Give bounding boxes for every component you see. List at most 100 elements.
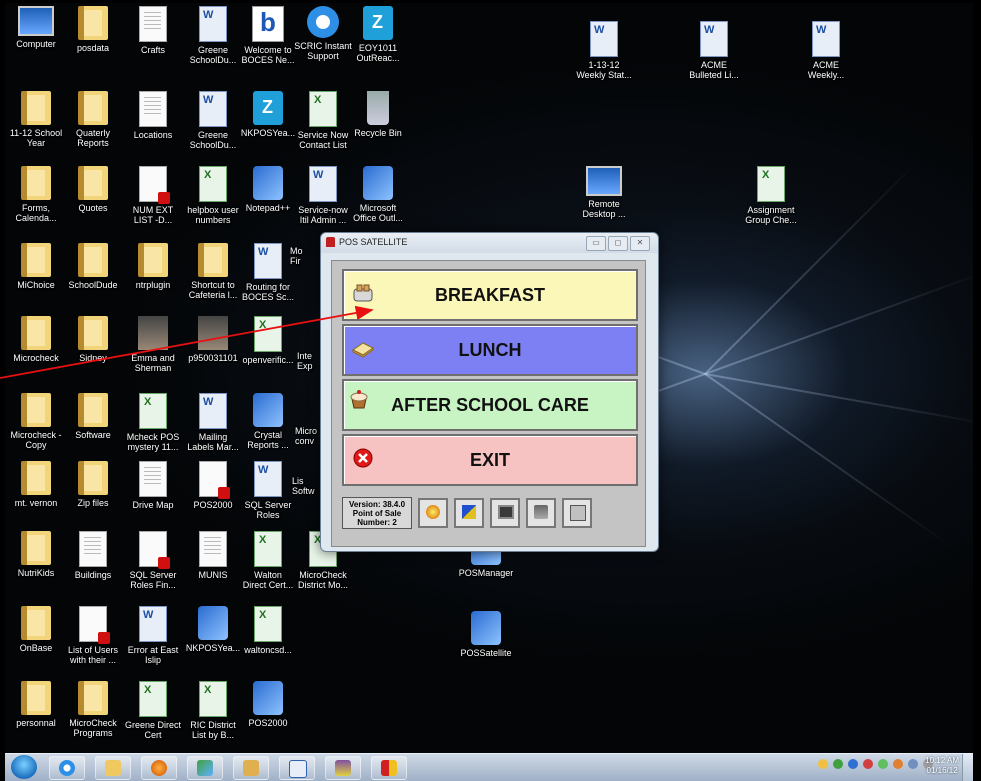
- exe-icon: [471, 611, 501, 645]
- desktop-icon[interactable]: NUM EXT LIST -D...: [122, 166, 184, 225]
- desktop-icon[interactable]: Software: [62, 393, 124, 440]
- delete-button[interactable]: [562, 498, 592, 528]
- desktop-icon[interactable]: List of Users with their ...: [62, 606, 124, 665]
- desktop-icon[interactable]: SCRIC Instant Support: [292, 6, 354, 61]
- desktop-icon[interactable]: Drive Map: [122, 461, 184, 510]
- desktop-icon[interactable]: NKPOSYea...: [237, 91, 299, 138]
- desktop-icon[interactable]: SQL Server Roles: [237, 461, 299, 520]
- desktop-icon[interactable]: NutriKids: [5, 531, 67, 578]
- desktop-icon[interactable]: Recycle Bin: [347, 91, 409, 138]
- taskbar-explorer[interactable]: [95, 756, 131, 780]
- network-tray-icon[interactable]: [908, 759, 918, 769]
- desktop-icon-partial[interactable]: Mo Fir: [290, 243, 320, 266]
- desktop-icon[interactable]: Greene Direct Cert: [122, 681, 184, 740]
- transfer-button[interactable]: [454, 498, 484, 528]
- taskbar-pos-satellite[interactable]: [371, 756, 407, 780]
- desktop-icon[interactable]: POS2000: [182, 461, 244, 510]
- desktop-icon[interactable]: EOY1011 OutReac...: [347, 6, 409, 63]
- desktop-icon[interactable]: MUNIS: [182, 531, 244, 580]
- desktop-icon[interactable]: Buildings: [62, 531, 124, 580]
- desktop-icon[interactable]: Notepad++: [237, 166, 299, 213]
- taskbar-media-player[interactable]: [141, 756, 177, 780]
- desktop-icon[interactable]: Error at East Islip: [122, 606, 184, 665]
- tray-icon[interactable]: [818, 759, 828, 769]
- desktop-icon[interactable]: SQL Server Roles Fin...: [122, 531, 184, 590]
- maximize-button[interactable]: ◻: [608, 236, 628, 251]
- desktop-icon-label: POSManager: [458, 568, 514, 578]
- exit-icon: [353, 448, 373, 468]
- desktop-icon[interactable]: MiChoice: [5, 243, 67, 290]
- desktop-icon[interactable]: Sidney: [62, 316, 124, 363]
- minimize-button[interactable]: ▭: [586, 236, 606, 251]
- taskbar-ie[interactable]: [49, 756, 85, 780]
- taskbar-tools[interactable]: [325, 756, 361, 780]
- taskbar-pos[interactable]: [233, 756, 269, 780]
- after-school-care-button[interactable]: AFTER SCHOOL CARE: [342, 379, 638, 431]
- desktop-icon[interactable]: p950031101: [182, 316, 244, 363]
- tray-icon[interactable]: [893, 759, 903, 769]
- desktop-icon[interactable]: Locations: [122, 91, 184, 140]
- window-titlebar[interactable]: POS SATELLITE ▭ ◻ ✕: [321, 233, 658, 253]
- desktop-icon[interactable]: Microcheck - Copy: [5, 393, 67, 450]
- desktop-icon[interactable]: POSSatellite: [455, 611, 517, 658]
- desktop-icon[interactable]: OnBase: [5, 606, 67, 653]
- tray-icon[interactable]: [863, 759, 873, 769]
- pdf-icon: [139, 531, 170, 569]
- lunch-button[interactable]: LUNCH: [342, 324, 638, 376]
- desktop-icon[interactable]: ACME Weekly...: [795, 21, 857, 80]
- desktop-icon[interactable]: Assignment Group Che...: [740, 166, 802, 225]
- taskbar-word[interactable]: [279, 756, 315, 780]
- desktop-icon[interactable]: Computer: [5, 6, 67, 49]
- desktop-icon-label: Welcome to BOCES Ne...: [241, 45, 295, 65]
- tray-icon[interactable]: [833, 759, 843, 769]
- desktop-icon[interactable]: Greene SchoolDu...: [182, 91, 244, 150]
- desktop-icon[interactable]: Microcheck: [5, 316, 67, 363]
- screen-button[interactable]: [490, 498, 520, 528]
- taskbar-network[interactable]: [187, 756, 223, 780]
- clock[interactable]: 10:12 AM 01/16/12: [925, 756, 959, 776]
- desktop-icon[interactable]: 11-12 School Year: [5, 91, 67, 148]
- breakfast-button[interactable]: BREAKFAST: [342, 269, 638, 321]
- desktop-icon[interactable]: Zip files: [62, 461, 124, 508]
- desktop-icon[interactable]: mt. vernon: [5, 461, 67, 508]
- desktop-icon[interactable]: posdata: [62, 6, 124, 53]
- start-button[interactable]: [11, 755, 37, 779]
- desktop-icon[interactable]: Quotes: [62, 166, 124, 213]
- desktop-icon[interactable]: Quaterly Reports: [62, 91, 124, 148]
- desktop-icon[interactable]: Mcheck POS mystery 11...: [122, 393, 184, 452]
- tray-icon[interactable]: [848, 759, 858, 769]
- lunch-label: LUNCH: [458, 339, 522, 360]
- desktop-icon[interactable]: Walton Direct Cert...: [237, 531, 299, 590]
- desktop-icon[interactable]: POS2000: [237, 681, 299, 728]
- tray-icon[interactable]: [878, 759, 888, 769]
- desktop-icon[interactable]: MicroCheck Programs: [62, 681, 124, 738]
- desktop-icon[interactable]: helpbox user numbers: [182, 166, 244, 225]
- desktop-icon[interactable]: Service-now Itil Admin ...: [292, 166, 354, 225]
- desktop-icon[interactable]: Microsoft Office Outl...: [347, 166, 409, 223]
- desktop-icon[interactable]: Remote Desktop ...: [573, 166, 635, 219]
- desktop-icon[interactable]: waltoncsd...: [237, 606, 299, 655]
- desktop-icon[interactable]: ACME Bulleted Li...: [683, 21, 745, 80]
- desktop-icon[interactable]: Welcome to BOCES Ne...: [237, 6, 299, 65]
- desktop-icon[interactable]: NKPOSYea...: [182, 606, 244, 653]
- help-bulb-button[interactable]: [418, 498, 448, 528]
- desktop-icon[interactable]: 1-13-12 Weekly Stat...: [573, 21, 635, 80]
- desktop-icon[interactable]: ntrplugin: [122, 243, 184, 290]
- desktop-icon[interactable]: personnal: [5, 681, 67, 728]
- desktop-icon[interactable]: Shortcut to Cafeteria l...: [182, 243, 244, 300]
- desktop-icon[interactable]: Crafts: [122, 6, 184, 55]
- desktop-icon[interactable]: Crystal Reports ...: [237, 393, 299, 450]
- desktop-icon[interactable]: Forms, Calenda...: [5, 166, 67, 223]
- word-icon: [309, 166, 337, 202]
- desktop-icon[interactable]: Emma and Sherman: [122, 316, 184, 373]
- desktop-icon[interactable]: openverific...: [237, 316, 299, 365]
- desktop-icon[interactable]: SchoolDude: [62, 243, 124, 290]
- show-desktop-button[interactable]: [962, 754, 973, 781]
- exit-button[interactable]: EXIT: [342, 434, 638, 486]
- desktop-icon[interactable]: Greene SchoolDu...: [182, 6, 244, 65]
- close-button[interactable]: ✕: [630, 236, 650, 251]
- desktop-icon[interactable]: Mailing Labels Mar...: [182, 393, 244, 452]
- reader-button[interactable]: [526, 498, 556, 528]
- desktop-icon[interactable]: Service Now Contact List: [292, 91, 354, 150]
- desktop-icon[interactable]: RIC District List by B...: [182, 681, 244, 740]
